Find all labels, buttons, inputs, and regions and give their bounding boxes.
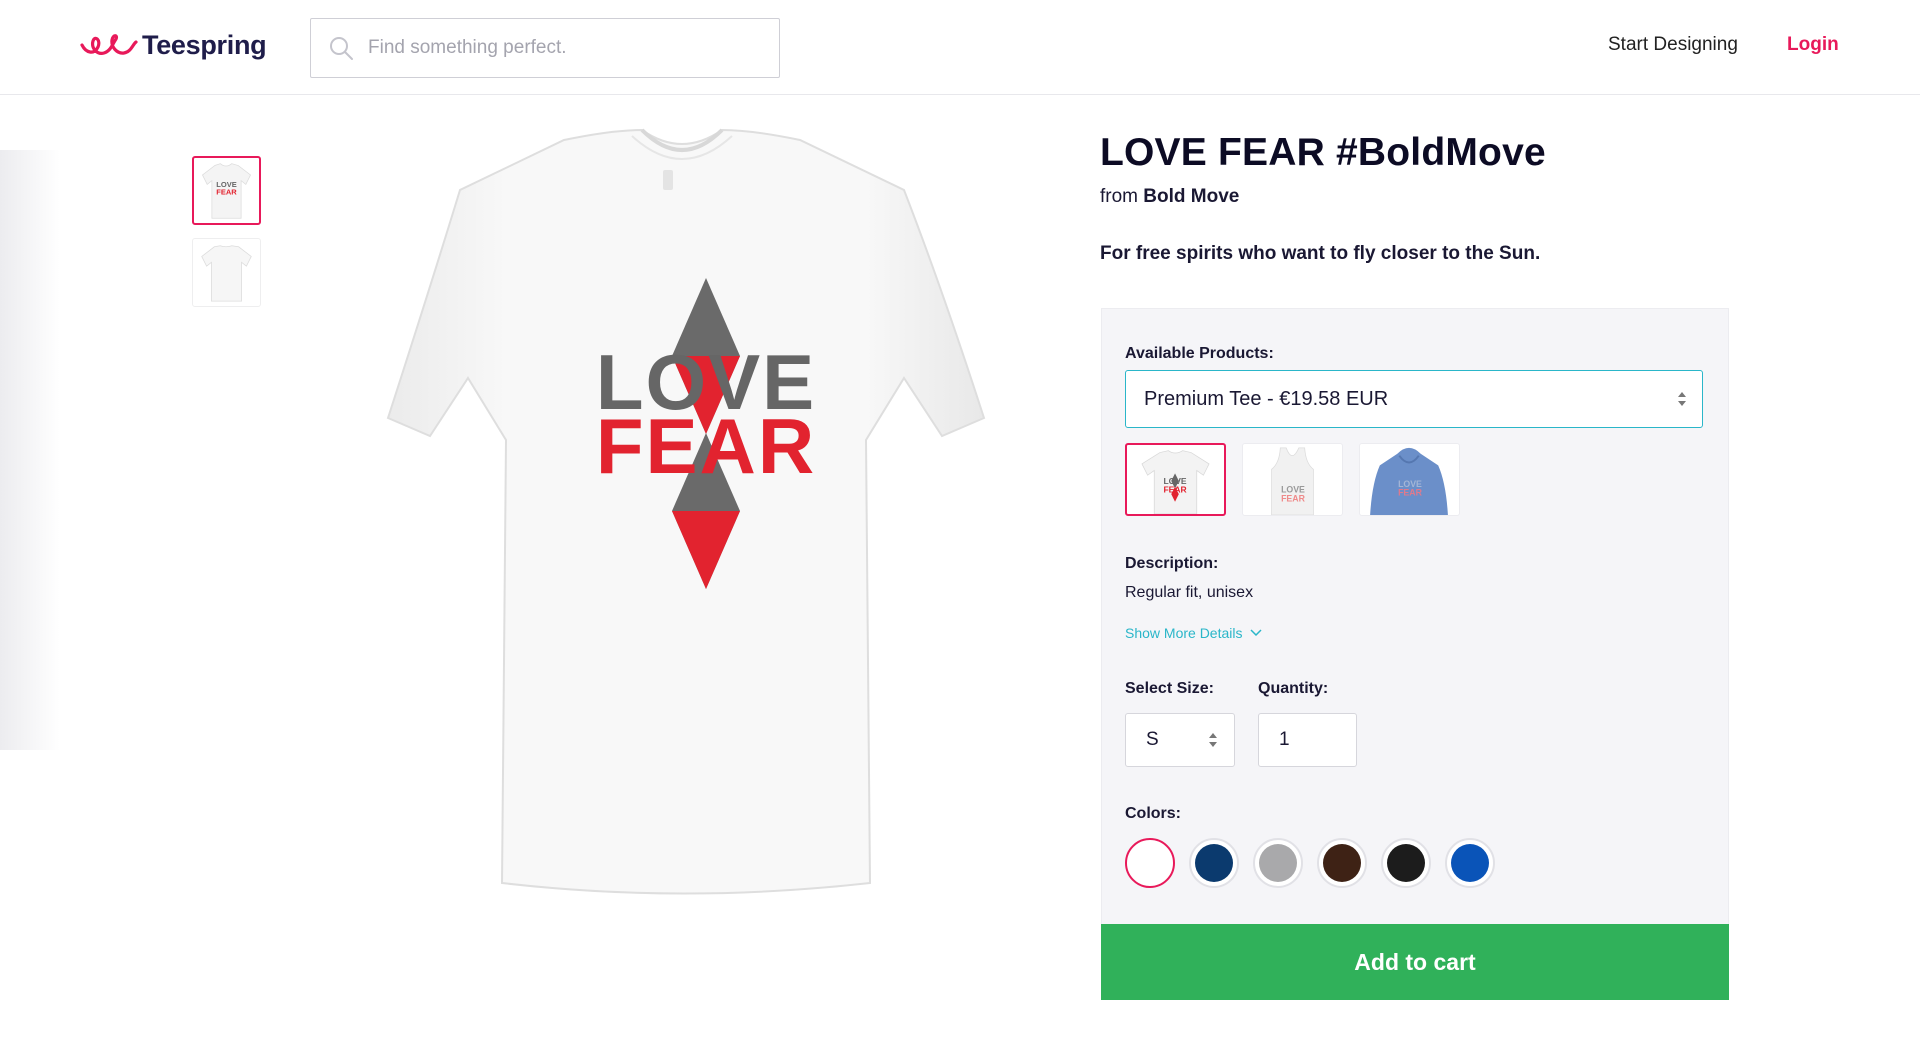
select-arrows-icon <box>1678 392 1686 406</box>
colors-label: Colors: <box>1125 805 1181 822</box>
tshirt-front-thumbnail-image: LOVE FEAR <box>202 163 251 219</box>
show-more-details-label: Show More Details <box>1125 625 1243 641</box>
carousel-edge-shadow <box>0 150 60 750</box>
description-label: Description: <box>1125 555 1219 572</box>
product-select[interactable]: Premium Tee - €19.58 EUR <box>1125 370 1703 428</box>
teespring-logo[interactable]: Teespring <box>80 30 267 61</box>
search-bar[interactable] <box>310 18 780 78</box>
thumb-design-fear: FEAR <box>216 188 237 197</box>
variant-premium-tee[interactable]: LOVE FEAR <box>1125 443 1226 516</box>
variant-design-fear: FEAR <box>1163 484 1186 494</box>
teespring-logo-icon <box>80 33 138 55</box>
tank-top-thumbnail-image: LOVE FEAR <box>1271 447 1314 515</box>
product-tagline: For free spirits who want to fly closer … <box>1100 243 1541 264</box>
tank-design-fear: FEAR <box>1281 493 1306 503</box>
product-select-value: Premium Tee - €19.58 EUR <box>1144 387 1389 410</box>
chevron-down-icon <box>1249 629 1262 637</box>
site-header: Teespring Start Designing Login <box>0 0 1920 95</box>
quantity-label: Quantity: <box>1258 680 1329 697</box>
color-swatch-fill <box>1323 844 1361 882</box>
color-swatch-fill <box>1259 844 1297 882</box>
show-more-details-link[interactable]: Show More Details <box>1125 625 1262 641</box>
color-swatch-brown[interactable] <box>1317 838 1367 888</box>
premium-tee-thumbnail-image: LOVE FEAR <box>1141 450 1210 514</box>
variant-hoodie[interactable]: LOVE FEAR <box>1359 443 1460 516</box>
design-text-fear: FEAR <box>596 402 816 490</box>
color-swatch-black[interactable] <box>1381 838 1431 888</box>
color-swatch-white[interactable] <box>1125 838 1175 888</box>
start-designing-link[interactable]: Start Designing <box>1608 34 1738 56</box>
color-swatch-fill <box>1195 844 1233 882</box>
product-title: LOVE FEAR #BoldMove <box>1100 131 1546 174</box>
color-swatch-fill <box>1387 844 1425 882</box>
tshirt-back-thumbnail-image <box>201 245 252 302</box>
thumbnail-front[interactable]: LOVE FEAR <box>192 156 261 225</box>
color-swatch-royal-blue[interactable] <box>1445 838 1495 888</box>
color-swatch-navy[interactable] <box>1189 838 1239 888</box>
size-select-arrows-icon <box>1209 733 1217 747</box>
quantity-input[interactable] <box>1258 713 1357 767</box>
hoodie-design-fear: FEAR <box>1398 488 1423 498</box>
description-text: Regular fit, unisex <box>1125 584 1254 601</box>
variant-tank-top[interactable]: LOVE FEAR <box>1242 443 1343 516</box>
available-products-label: Available Products: <box>1125 345 1274 362</box>
product-main-image: LOVE FEAR <box>386 128 986 895</box>
color-swatch-fill <box>1451 844 1489 882</box>
store-attribution: from Bold Move <box>1100 186 1239 208</box>
add-to-cart-button[interactable]: Add to cart <box>1101 924 1729 1000</box>
from-prefix: from <box>1100 186 1138 207</box>
size-select-value: S <box>1146 729 1159 750</box>
color-swatch-grey[interactable] <box>1253 838 1303 888</box>
logo-text: Teespring <box>142 30 267 60</box>
size-label: Select Size: <box>1125 680 1214 697</box>
login-link[interactable]: Login <box>1787 34 1839 56</box>
search-input[interactable] <box>368 37 768 59</box>
thumbnail-back[interactable] <box>192 238 261 307</box>
color-swatch-fill <box>1131 844 1169 882</box>
size-select[interactable]: S <box>1125 713 1235 767</box>
store-name-link[interactable]: Bold Move <box>1143 186 1239 207</box>
search-icon <box>330 37 353 60</box>
hoodie-thumbnail-image: LOVE FEAR <box>1370 447 1448 515</box>
